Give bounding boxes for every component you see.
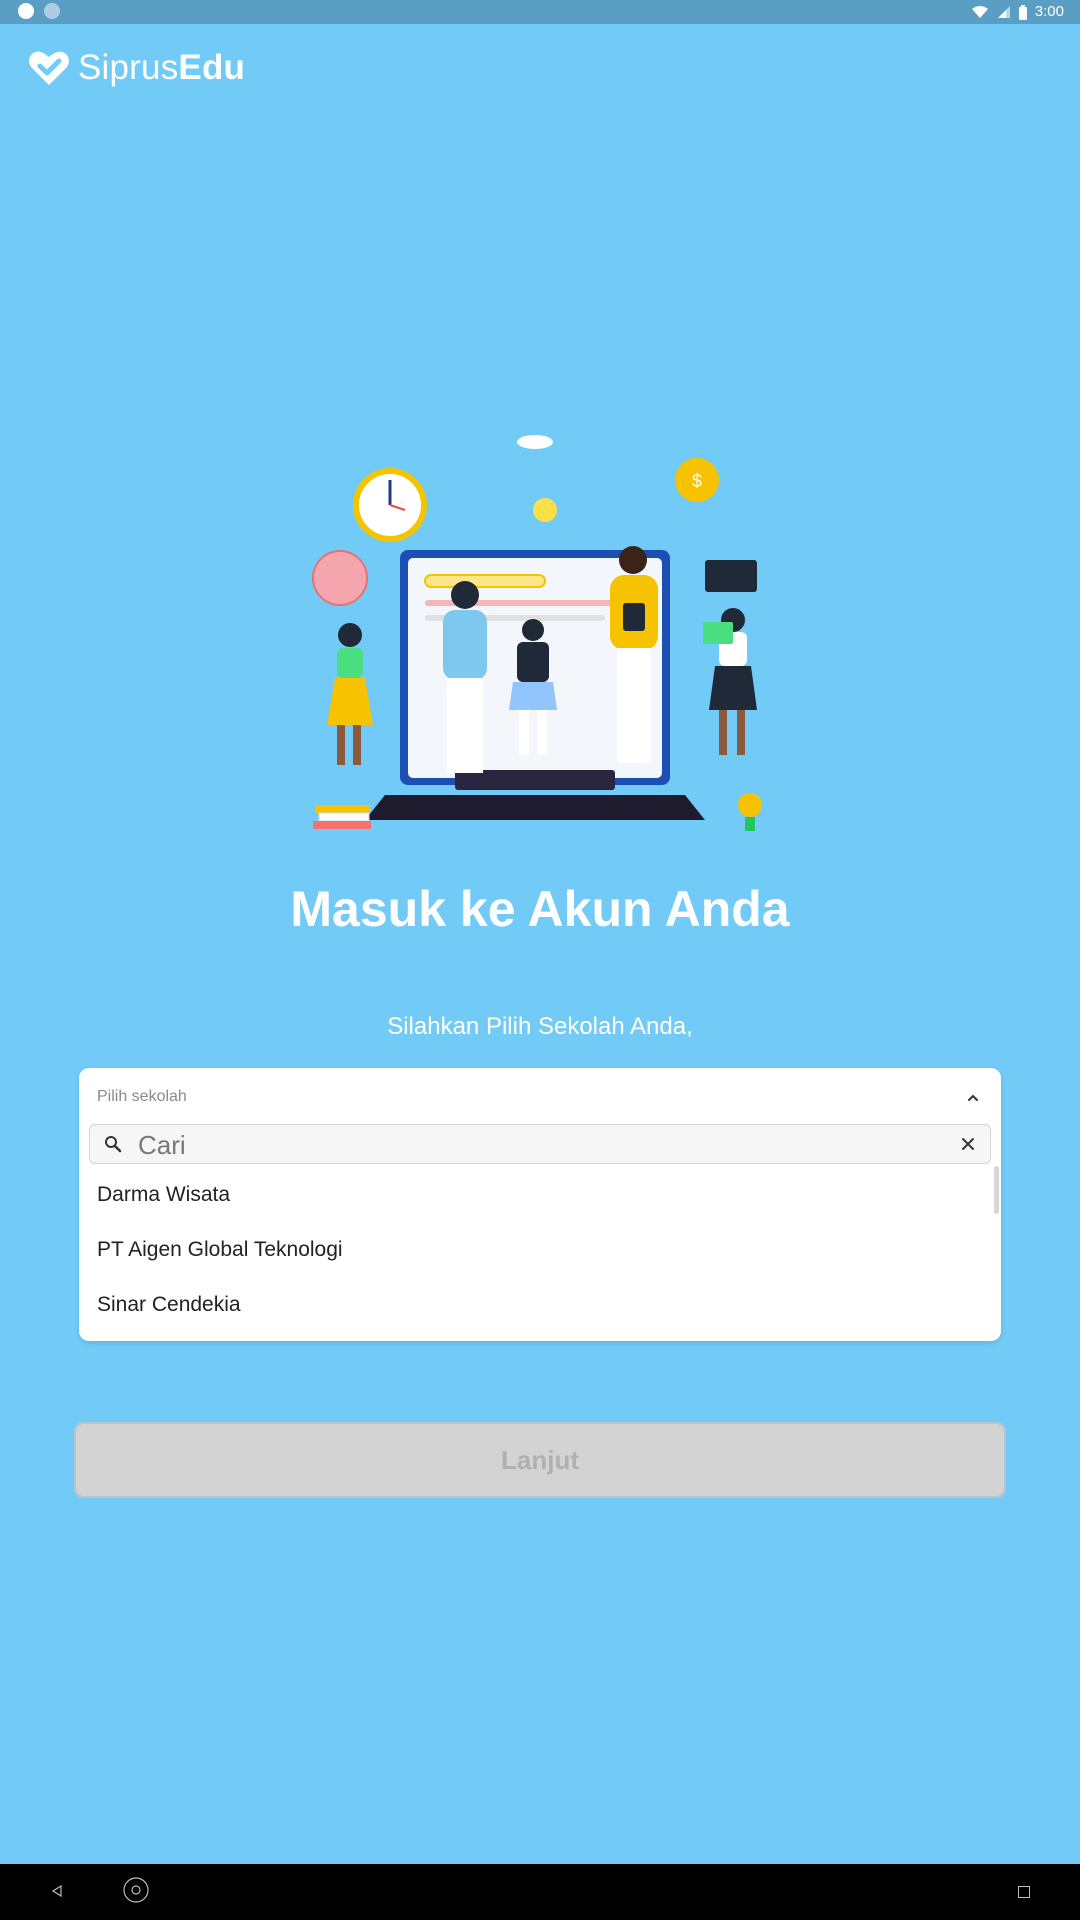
- page-title: Masuk ke Akun Anda: [290, 881, 790, 937]
- dropdown-label: Pilih sekolah: [97, 1088, 187, 1105]
- school-option[interactable]: Sinar Cendekia: [79, 1290, 1001, 1345]
- school-option[interactable]: Darma Wisata: [79, 1180, 1001, 1235]
- school-options-list: Darma Wisata PT Aigen Global Teknologi S…: [79, 1180, 1001, 1345]
- back-icon[interactable]: [50, 1884, 64, 1898]
- sync-notification-icon: [44, 3, 60, 19]
- search-box: [89, 1124, 991, 1165]
- home-icon[interactable]: [122, 1876, 150, 1904]
- close-icon[interactable]: [960, 1136, 976, 1152]
- recent-apps-icon[interactable]: [1018, 1886, 1030, 1898]
- svg-text:$: $: [692, 471, 702, 491]
- status-notifications: [18, 3, 60, 19]
- brand-name: SiprusEdu: [78, 48, 246, 87]
- signal-icon: [997, 6, 1010, 18]
- search-input[interactable]: [136, 1125, 940, 1165]
- app-notification-icon: [18, 3, 34, 19]
- chevron-up-icon[interactable]: [965, 1090, 981, 1106]
- battery-icon: [1018, 4, 1027, 20]
- continue-button[interactable]: Lanjut: [74, 1422, 1006, 1498]
- school-option[interactable]: PT Aigen Global Teknologi: [79, 1235, 1001, 1290]
- dropdown-scrollbar[interactable]: [994, 1166, 999, 1214]
- status-indicators: 3:00: [971, 3, 1064, 21]
- education-illustration: $: [312, 435, 762, 831]
- status-bar: 3:00: [0, 0, 1080, 24]
- status-time: 3:00: [1034, 3, 1064, 20]
- school-dropdown[interactable]: Pilih sekolah Darma Wisata PT Aigen Glob…: [79, 1068, 1001, 1341]
- search-icon: [105, 1136, 122, 1153]
- navigation-bar: [0, 1864, 1080, 1920]
- wifi-icon: [971, 6, 988, 18]
- brand-logo: SiprusEdu: [28, 48, 245, 88]
- page-subtitle: Silahkan Pilih Sekolah Anda,: [387, 1013, 693, 1040]
- heart-check-logo-icon: [29, 51, 69, 85]
